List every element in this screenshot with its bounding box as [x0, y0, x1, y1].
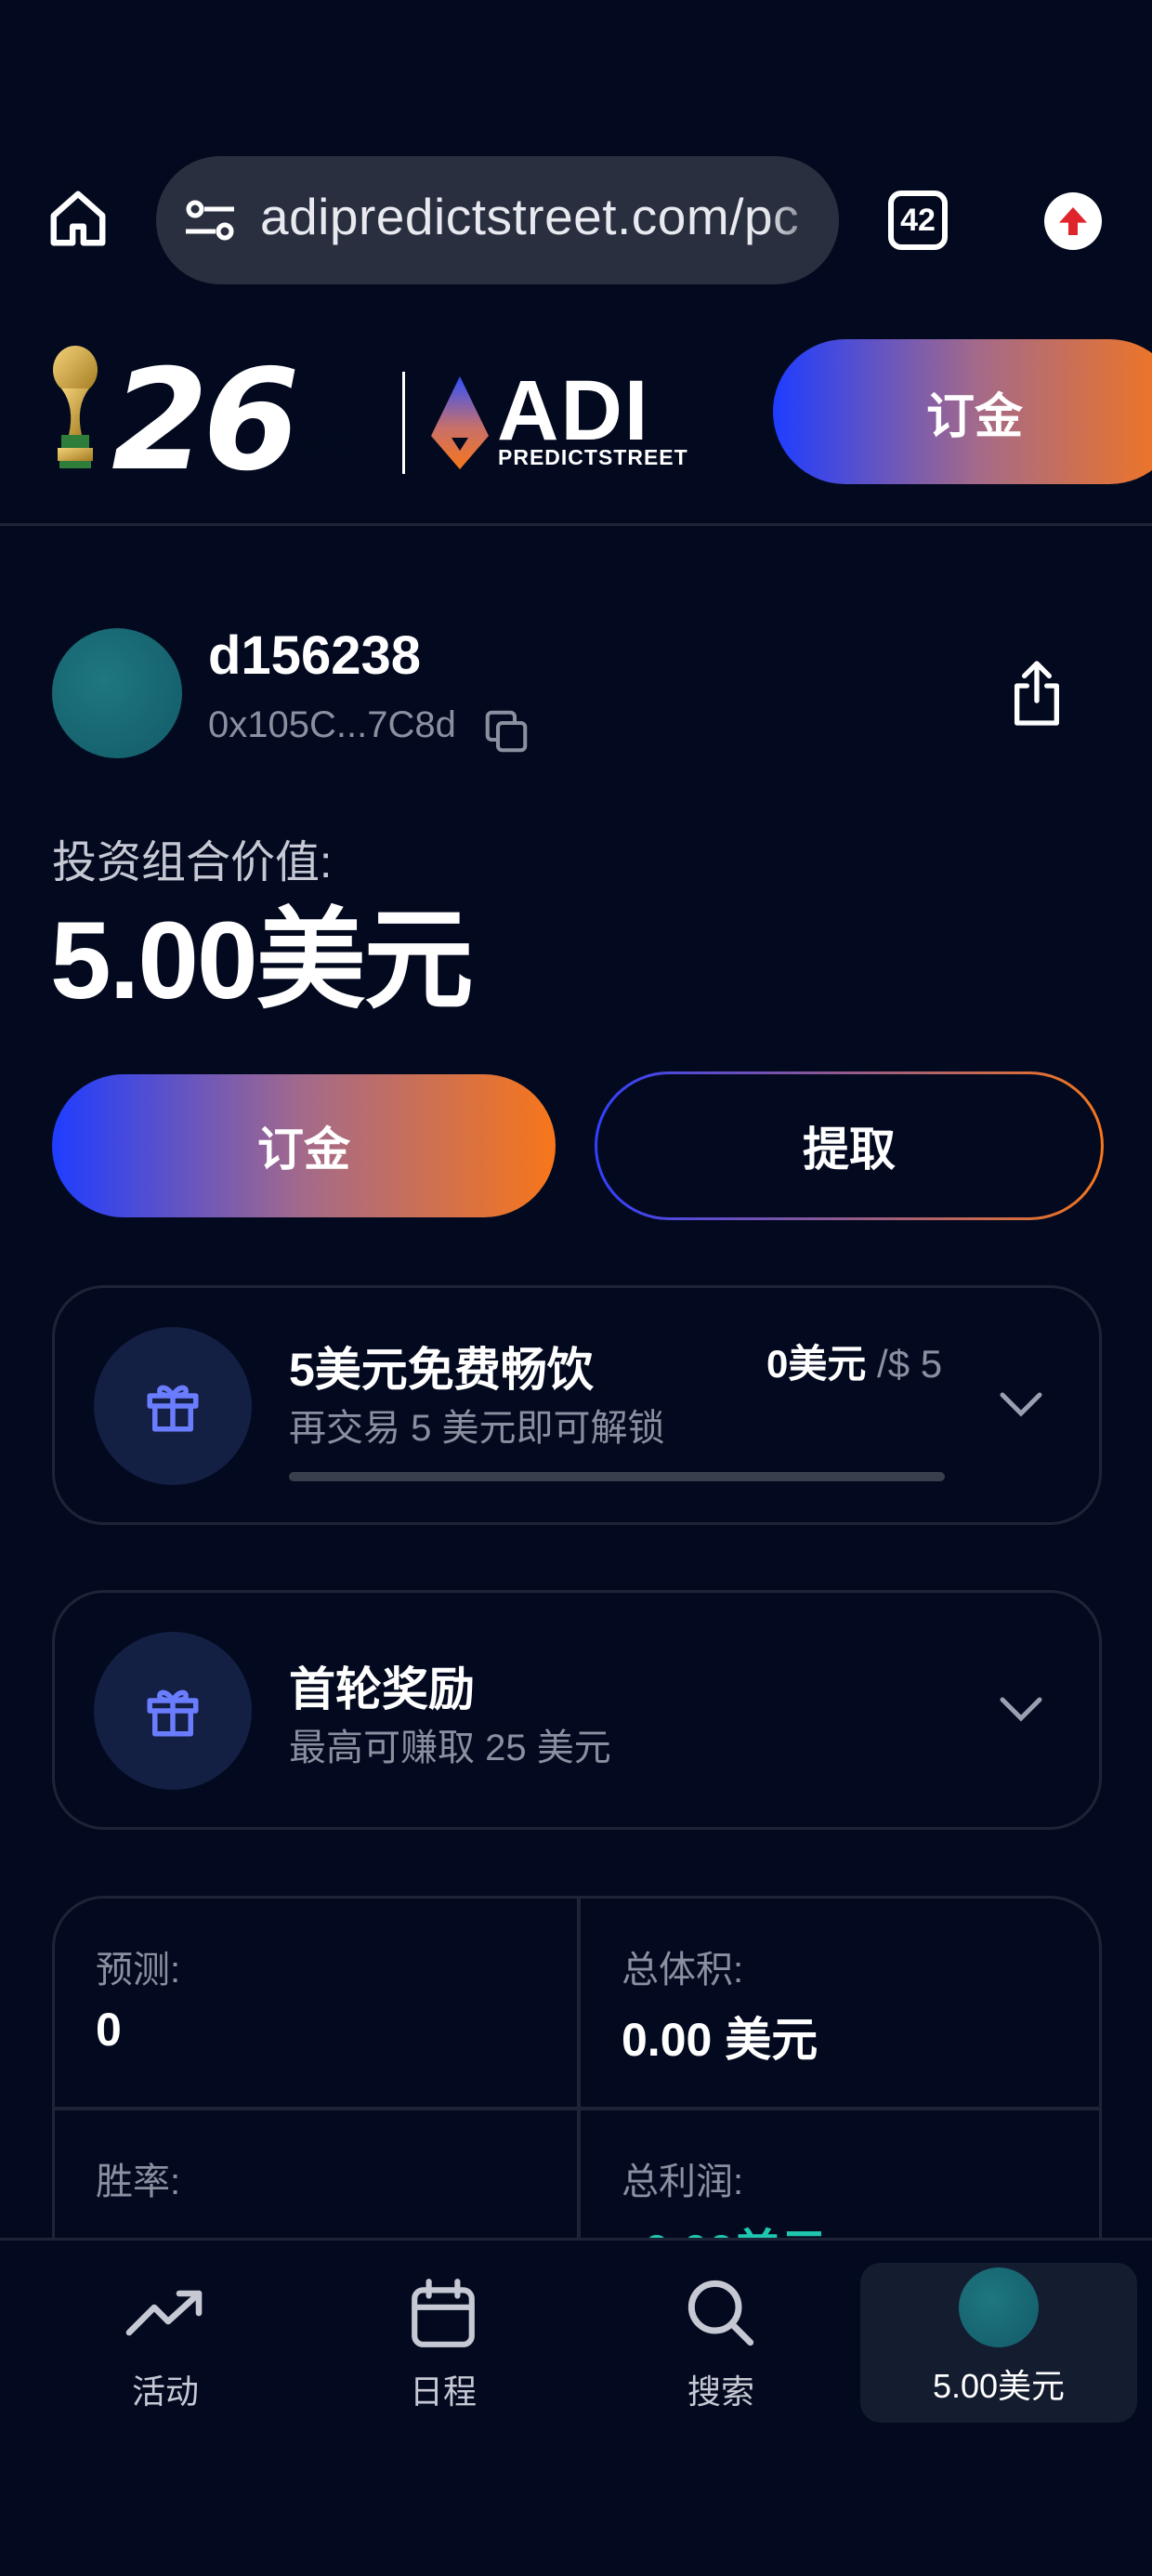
nav-portfolio-label: 5.00美元	[932, 2367, 1066, 2405]
first-round-card[interactable]: 首轮奖励 最高可赚取 25 美元	[52, 1590, 1102, 1830]
free-drink-card[interactable]: 5美元免费畅饮 0美元 /$ 5 再交易 5 美元即可解锁	[52, 1285, 1102, 1525]
avatar	[52, 628, 182, 758]
volume-value: 0.00 美元	[622, 2014, 818, 2066]
share-icon[interactable]	[1007, 658, 1067, 729]
calendar-icon	[412, 2279, 475, 2347]
nav-activity-label: 活动	[131, 2372, 199, 2411]
volume-label: 总体积:	[622, 1950, 744, 1991]
nav-search[interactable]: 搜索	[582, 2268, 860, 2426]
home-button[interactable]	[41, 181, 115, 256]
free-drink-progress	[289, 1472, 945, 1481]
free-drink-title: 5美元免费畅饮	[289, 1344, 594, 1396]
trending-up-icon	[125, 2290, 203, 2336]
first-round-subtitle: 最高可赚取 25 美元	[289, 1728, 611, 1768]
bottom-navigation: 活动 日程 搜索 5.00美元	[0, 2238, 1152, 2576]
address-bar[interactable]: adipredictstreet.com/pc	[156, 156, 839, 284]
nav-schedule-label: 日程	[409, 2372, 477, 2411]
free-drink-amount-value: 0美元	[766, 1342, 867, 1386]
browser-toolbar: adipredictstreet.com/pc 42	[0, 0, 1152, 325]
predictions-value: 0	[96, 2004, 122, 2056]
header-deposit-button[interactable]: 订金	[773, 339, 1152, 484]
arrow-up-icon	[1059, 207, 1087, 235]
logo-26: 26	[111, 340, 300, 502]
profit-label: 总利润:	[622, 2162, 744, 2202]
nav-schedule[interactable]: 日程	[304, 2268, 583, 2426]
world-cup-trophy-icon	[53, 346, 98, 468]
chevron-down-icon[interactable]	[999, 1390, 1043, 1418]
free-drink-amount: 0美元 /$ 5	[766, 1333, 942, 1389]
portfolio-label: 投资组合价值:	[52, 838, 333, 887]
free-drink-target: /$ 5	[866, 1342, 943, 1386]
portfolio-value: 5.00美元	[50, 900, 474, 1022]
update-button[interactable]	[1044, 192, 1102, 250]
gift-icon-circle	[94, 1327, 252, 1485]
search-icon	[687, 2280, 754, 2346]
site-settings-icon[interactable]	[182, 197, 238, 243]
url-fade	[765, 156, 839, 284]
gift-icon	[147, 1385, 199, 1432]
withdraw-label: 提取	[597, 1074, 1101, 1217]
free-drink-subtitle: 再交易 5 美元即可解锁	[289, 1408, 665, 1449]
adi-logo-icon	[431, 376, 489, 469]
logo-fifa: FIFA	[286, 427, 347, 458]
first-round-title: 首轮奖励	[289, 1663, 475, 1715]
gift-icon-circle	[94, 1632, 252, 1790]
username: d156238	[208, 625, 421, 686]
tab-switcher-button[interactable]: 42	[888, 191, 948, 250]
withdraw-button[interactable]: 提取	[595, 1071, 1104, 1220]
brand-subtitle: PREDICTSTREET	[498, 445, 688, 469]
nav-avatar	[959, 2267, 1039, 2347]
gift-icon	[147, 1689, 199, 1737]
deposit-button[interactable]: 订金	[52, 1074, 556, 1217]
copy-icon[interactable]	[481, 706, 531, 756]
stats-grid: 预测: 0 总体积: 0.00 美元 胜率: 总利润: 0.00美元	[52, 1896, 1102, 2286]
predictions-label: 预测:	[96, 1950, 181, 1991]
stats-divider-horizontal	[55, 2107, 1099, 2110]
winrate-label: 胜率:	[96, 2162, 181, 2202]
logo-divider	[402, 372, 405, 474]
home-icon	[50, 191, 106, 246]
wallet-address: 0x105C...7C8d	[208, 704, 456, 745]
stats-divider-vertical	[577, 1899, 581, 2283]
brand-name: ADI	[497, 363, 650, 458]
chevron-down-icon[interactable]	[999, 1695, 1043, 1723]
nav-portfolio[interactable]: 5.00美元	[860, 2263, 1137, 2423]
url-text: adipredictstreet.com/pc	[260, 188, 800, 245]
nav-search-label: 搜索	[687, 2372, 754, 2411]
nav-activity[interactable]: 活动	[26, 2268, 305, 2426]
